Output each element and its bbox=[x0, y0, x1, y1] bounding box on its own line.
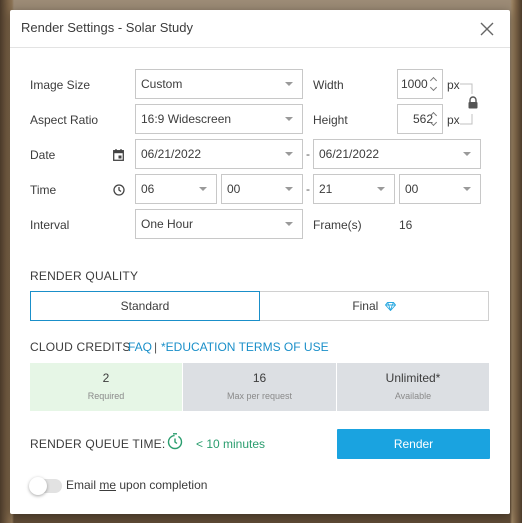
chevron-down-icon bbox=[199, 187, 207, 191]
email-label-me: me bbox=[99, 478, 117, 492]
stepper-down-icon[interactable] bbox=[428, 119, 440, 130]
credits-max-card: 16 Max per request bbox=[183, 363, 336, 411]
width-value: 1000 bbox=[401, 77, 428, 91]
height-label: Height bbox=[313, 113, 348, 127]
date-end-value: 06/21/2022 bbox=[319, 147, 380, 161]
email-label-post: upon completion bbox=[116, 478, 208, 492]
height-stepper[interactable] bbox=[428, 108, 440, 130]
stepper-up-icon[interactable] bbox=[428, 73, 440, 84]
time-end-hour-select[interactable]: 21 bbox=[313, 174, 395, 204]
clock-icon bbox=[113, 184, 125, 196]
date-start-select[interactable]: 06/21/2022 bbox=[135, 139, 303, 169]
render-button-label: Render bbox=[393, 437, 434, 451]
chevron-down-icon bbox=[285, 82, 293, 86]
interval-value: One Hour bbox=[141, 217, 194, 231]
render-quality-heading: RENDER QUALITY bbox=[30, 269, 139, 283]
time-end-minute-value: 00 bbox=[405, 182, 419, 196]
render-settings-dialog: Render Settings - Solar Study Image Size… bbox=[10, 10, 510, 514]
date-label: Date bbox=[30, 148, 56, 162]
width-stepper[interactable] bbox=[428, 73, 440, 95]
education-terms-link[interactable]: *EDUCATION TERMS OF USE bbox=[161, 340, 329, 354]
faq-link[interactable]: FAQ bbox=[128, 340, 152, 354]
image-size-label: Image Size bbox=[30, 78, 91, 92]
render-button[interactable]: Render bbox=[337, 429, 490, 459]
aspect-ratio-label: Aspect Ratio bbox=[30, 113, 99, 127]
date-end-select[interactable]: 06/21/2022 bbox=[313, 139, 481, 169]
frames-label: Frame(s) bbox=[313, 218, 362, 232]
credits-available-label: Available bbox=[394, 391, 432, 401]
quality-final-label: Final bbox=[352, 299, 379, 313]
link-separator: | bbox=[154, 340, 158, 354]
render-queue-label: RENDER QUEUE TIME: bbox=[30, 437, 166, 451]
credits-max-value: 16 bbox=[252, 371, 267, 385]
image-size-select[interactable]: Custom bbox=[135, 69, 303, 99]
time-end-minute-select[interactable]: 00 bbox=[399, 174, 481, 204]
stepper-up-icon[interactable] bbox=[428, 108, 440, 119]
height-unit: px bbox=[447, 113, 460, 127]
chevron-down-icon bbox=[285, 187, 293, 191]
calendar-icon bbox=[113, 149, 124, 161]
interval-label: Interval bbox=[30, 218, 70, 232]
time-range-separator: - bbox=[306, 182, 310, 196]
credits-available-value: Unlimited* bbox=[385, 371, 441, 385]
aspect-ratio-select[interactable]: 16:9 Widescreen bbox=[135, 104, 303, 134]
chevron-down-icon bbox=[285, 152, 293, 156]
chevron-down-icon bbox=[377, 187, 385, 191]
render-queue-value: < 10 minutes bbox=[196, 437, 266, 451]
frames-value: 16 bbox=[399, 218, 413, 232]
interval-select[interactable]: One Hour bbox=[135, 209, 303, 239]
credits-available-card: Unlimited* Available bbox=[337, 363, 489, 411]
email-label-pre: Email bbox=[66, 478, 100, 492]
email-toggle[interactable] bbox=[29, 477, 62, 495]
dialog-titlebar: Render Settings - Solar Study bbox=[10, 10, 510, 48]
chevron-down-icon bbox=[285, 222, 293, 226]
dialog-title: Render Settings - Solar Study bbox=[21, 20, 193, 35]
diamond-icon bbox=[384, 302, 396, 312]
chevron-down-icon bbox=[285, 117, 293, 121]
timer-icon bbox=[167, 433, 183, 450]
time-start-hour-value: 06 bbox=[141, 182, 155, 196]
credits-required-label: Required bbox=[87, 391, 125, 401]
close-icon bbox=[480, 22, 494, 36]
quality-standard-button[interactable]: Standard bbox=[30, 291, 260, 321]
quality-final-button[interactable]: Final bbox=[259, 291, 489, 321]
chevron-down-icon bbox=[463, 187, 471, 191]
image-size-value: Custom bbox=[141, 77, 183, 91]
quality-standard-label: Standard bbox=[120, 299, 170, 313]
width-label: Width bbox=[313, 78, 344, 92]
time-end-hour-value: 21 bbox=[319, 182, 333, 196]
chevron-down-icon bbox=[463, 152, 471, 156]
lock-icon[interactable] bbox=[467, 96, 479, 109]
aspect-ratio-value: 16:9 Widescreen bbox=[141, 112, 232, 126]
credits-max-label: Max per request bbox=[226, 391, 293, 401]
email-toggle-label: Email me upon completion bbox=[66, 478, 207, 492]
stepper-down-icon[interactable] bbox=[428, 84, 440, 95]
close-button[interactable] bbox=[478, 20, 496, 38]
toggle-knob[interactable] bbox=[29, 477, 47, 495]
height-input[interactable]: 562 bbox=[397, 104, 443, 134]
date-start-value: 06/21/2022 bbox=[141, 147, 202, 161]
date-range-separator: - bbox=[306, 147, 310, 161]
time-start-minute-value: 00 bbox=[227, 182, 241, 196]
credits-required-value: 2 bbox=[102, 371, 110, 385]
time-start-hour-select[interactable]: 06 bbox=[135, 174, 217, 204]
time-start-minute-select[interactable]: 00 bbox=[221, 174, 303, 204]
time-label: Time bbox=[30, 183, 57, 197]
cloud-credits-heading: CLOUD CREDITS bbox=[30, 340, 131, 354]
width-input[interactable]: 1000 bbox=[397, 69, 443, 99]
credits-required-card: 2 Required bbox=[30, 363, 182, 411]
